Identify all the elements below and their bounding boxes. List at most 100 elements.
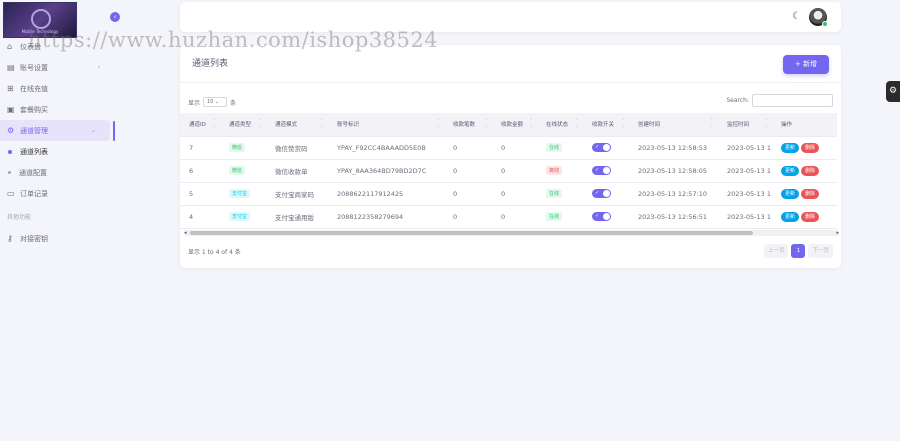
length-prefix: 显示 <box>188 99 201 107</box>
column-header[interactable]: 通道ID ⌃ ⌄ <box>180 113 220 137</box>
prev-page-button[interactable]: 上一页 <box>763 244 789 258</box>
cell-amount: 0 <box>492 182 537 206</box>
sidebar-item-label: 通道管理 <box>20 126 48 135</box>
avatar[interactable] <box>809 8 828 27</box>
sidebar-item-label: 在线充值 <box>20 84 48 93</box>
sidebar-subitem-channel-config[interactable]: 通道配置 <box>0 162 114 183</box>
column-header[interactable]: 在线状态 ⌃ ⌄ <box>537 113 583 137</box>
check-icon: ✓ <box>595 213 600 219</box>
table-row: 7 微信 微信赞赏码 YPAY_F92CC4BAAADD5E0B 0 0 在线 … <box>180 136 837 160</box>
table-row: 4 支付宝 支付宝通用版 2088122358279694 0 0 在线 ✓ 2… <box>180 205 837 229</box>
account-icon: ▤ <box>7 62 15 72</box>
column-header[interactable]: 账号标识 ⌃ ⌄ <box>328 113 444 137</box>
sort-icon: ⌃ ⌄ <box>763 118 768 129</box>
search-input[interactable] <box>752 94 833 107</box>
receipt-icon: ▭ <box>7 188 15 198</box>
status-badge: 在线 <box>546 212 563 221</box>
sidebar-item-packages[interactable]: ▣ 套餐购买 <box>0 99 114 120</box>
sort-icon: ⌃ ⌄ <box>574 118 579 129</box>
column-header[interactable]: 收款金额 ⌃ ⌄ <box>492 113 537 137</box>
sidebar-item-label: 套餐购买 <box>20 105 48 114</box>
sidebar-item-recharge[interactable]: ⊞ 在线充值 <box>0 78 114 99</box>
table-row: 5 支付宝 支付宝商家码 2088622117912425 0 0 在线 ✓ 2… <box>180 182 837 206</box>
sidebar-item-orders[interactable]: ▭ 订单记录 <box>0 183 114 204</box>
sidebar-item-label: 账号设置 <box>20 63 48 72</box>
column-header[interactable]: 创建时间 ⌃ ⌄ <box>629 113 718 137</box>
top-navbar: ☾ <box>180 2 841 32</box>
cell-amount: 0 <box>492 136 537 160</box>
cell-amount: 0 <box>492 159 537 183</box>
column-header[interactable]: 通道类型 ⌃ ⌄ <box>220 113 266 137</box>
page-button-current[interactable]: 1 <box>791 244 806 258</box>
sidebar-item-label: 订单记录 <box>20 189 48 198</box>
payment-toggle[interactable]: ✓ <box>592 166 611 175</box>
horizontal-scrollbar[interactable]: ◂ ▸ <box>184 230 839 236</box>
logo[interactable]: Mobile Technology <box>3 2 77 38</box>
delete-button[interactable]: 删除 <box>801 165 820 176</box>
scrollbar-thumb[interactable] <box>190 231 753 235</box>
sidebar-item-channel-management[interactable]: ⚙ 通道管理 ⌄ <box>0 120 110 141</box>
sort-icon: ⌃ ⌄ <box>709 118 714 129</box>
collapse-sidebar-button[interactable]: ‹ <box>110 12 120 22</box>
edit-button[interactable]: 更新 <box>781 188 800 199</box>
delete-button[interactable]: 删除 <box>801 188 820 199</box>
sidebar-item-label: 仪表盘 <box>20 42 41 51</box>
table-info: 显示 1 to 4 of 4 条 <box>188 249 241 256</box>
payment-toggle[interactable]: ✓ <box>592 212 611 221</box>
column-header[interactable]: 监控时间 ⌃ ⌄ <box>718 113 772 137</box>
length-suffix: 条 <box>230 99 237 107</box>
payment-toggle[interactable]: ✓ <box>592 189 611 198</box>
bullet-icon <box>8 171 11 174</box>
scroll-right-icon[interactable]: ▸ <box>836 230 839 236</box>
cell-id: 5 <box>180 182 220 206</box>
delete-button[interactable]: 删除 <box>801 142 820 153</box>
cell-count: 0 <box>444 182 492 206</box>
cell-mode: 支付宝商家码 <box>266 182 328 206</box>
sidebar-subitem-channel-list[interactable]: 通道列表 <box>0 141 114 162</box>
cell-id: 4 <box>180 205 220 229</box>
column-header[interactable]: 收款开关 ⌃ ⌄ <box>583 113 629 137</box>
sort-icon: ⌃ ⌄ <box>435 118 440 129</box>
payment-toggle[interactable]: ✓ <box>592 143 611 152</box>
online-status-dot <box>822 21 828 27</box>
delete-button[interactable]: 删除 <box>801 211 820 222</box>
settings-gear-icon[interactable]: ⚙ <box>886 81 900 102</box>
edit-button[interactable]: 更新 <box>781 142 800 153</box>
cell-created: 2023-05-13 12:58:53 <box>629 136 718 160</box>
sort-icon: ⌃ ⌄ <box>528 118 533 129</box>
add-channel-button[interactable]: + 新增 <box>783 55 829 74</box>
table-header-row: 通道ID ⌃ ⌄ 通道类型 ⌃ ⌄ 通道模式 ⌃ ⌄ 账号标识 ⌃ ⌄ 收款笔数 ⌃ ⌄ 收款金额 ⌃… <box>180 113 837 137</box>
sidebar-item-dashboard[interactable]: ⌂ 仪表盘 <box>0 36 114 57</box>
cell-count: 0 <box>444 205 492 229</box>
next-page-button[interactable]: 下一页 <box>808 244 833 258</box>
edit-button[interactable]: 更新 <box>781 211 800 222</box>
moon-icon[interactable]: ☾ <box>792 11 801 22</box>
cell-account: YPAY_F92CC4BAAADD5E0B <box>328 136 444 160</box>
sort-icon: ⌃ ⌄ <box>319 118 324 129</box>
sidebar-subitem-label: 通道列表 <box>20 147 48 156</box>
logo-text: Mobile Technology <box>21 29 59 34</box>
search-label: Search: <box>726 97 749 104</box>
sidebar: Mobile Technology ⌂ 仪表盘 ▤ 账号设置 › ⊞ 在线充值 … <box>0 0 114 441</box>
sidebar-item-account-settings[interactable]: ▤ 账号设置 › <box>0 57 114 78</box>
type-badge: 微信 <box>229 166 246 175</box>
page-length-value: 10 <box>207 99 214 105</box>
type-badge: 支付宝 <box>229 212 251 221</box>
column-header[interactable]: 收款笔数 ⌃ ⌄ <box>444 113 492 137</box>
sidebar-item-api-key[interactable]: ⚷ 对接密钥 <box>0 228 114 249</box>
page-length-control: 显示 10 ⌄ 条 <box>188 97 236 107</box>
chevron-down-icon: ⌄ <box>90 127 96 134</box>
sort-icon: ⌃ ⌄ <box>211 118 216 129</box>
cell-monitor: 2023-05-13 1 <box>718 136 772 160</box>
cell-id: 7 <box>180 136 220 160</box>
edit-button[interactable]: 更新 <box>781 165 800 176</box>
table-row: 6 微信 微信收款单 YPAY_8AA364BD79BD2D7C 0 0 离线 … <box>180 159 837 183</box>
scroll-left-icon[interactable]: ◂ <box>184 230 187 236</box>
page-length-select[interactable]: 10 ⌄ <box>203 97 228 107</box>
search-control: Search: <box>726 94 833 107</box>
sidebar-scroll-indicator <box>113 121 115 141</box>
cell-account: YPAY_8AA364BD79BD2D7C <box>328 159 444 183</box>
column-header[interactable]: 通道模式 ⌃ ⌄ <box>266 113 328 137</box>
home-icon: ⌂ <box>7 41 13 51</box>
cell-count: 0 <box>444 159 492 183</box>
